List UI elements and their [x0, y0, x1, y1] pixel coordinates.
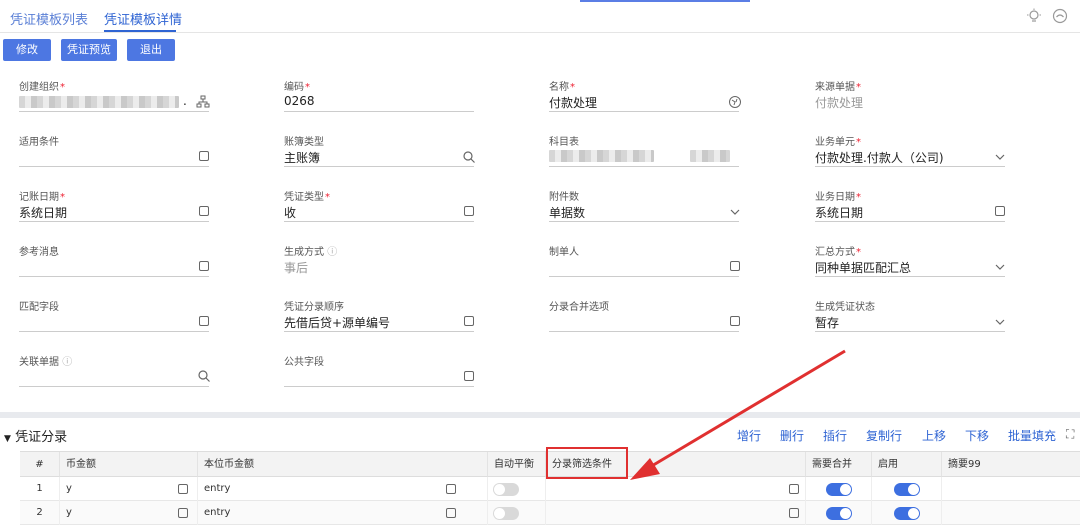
annotation-arrow	[630, 349, 846, 480]
